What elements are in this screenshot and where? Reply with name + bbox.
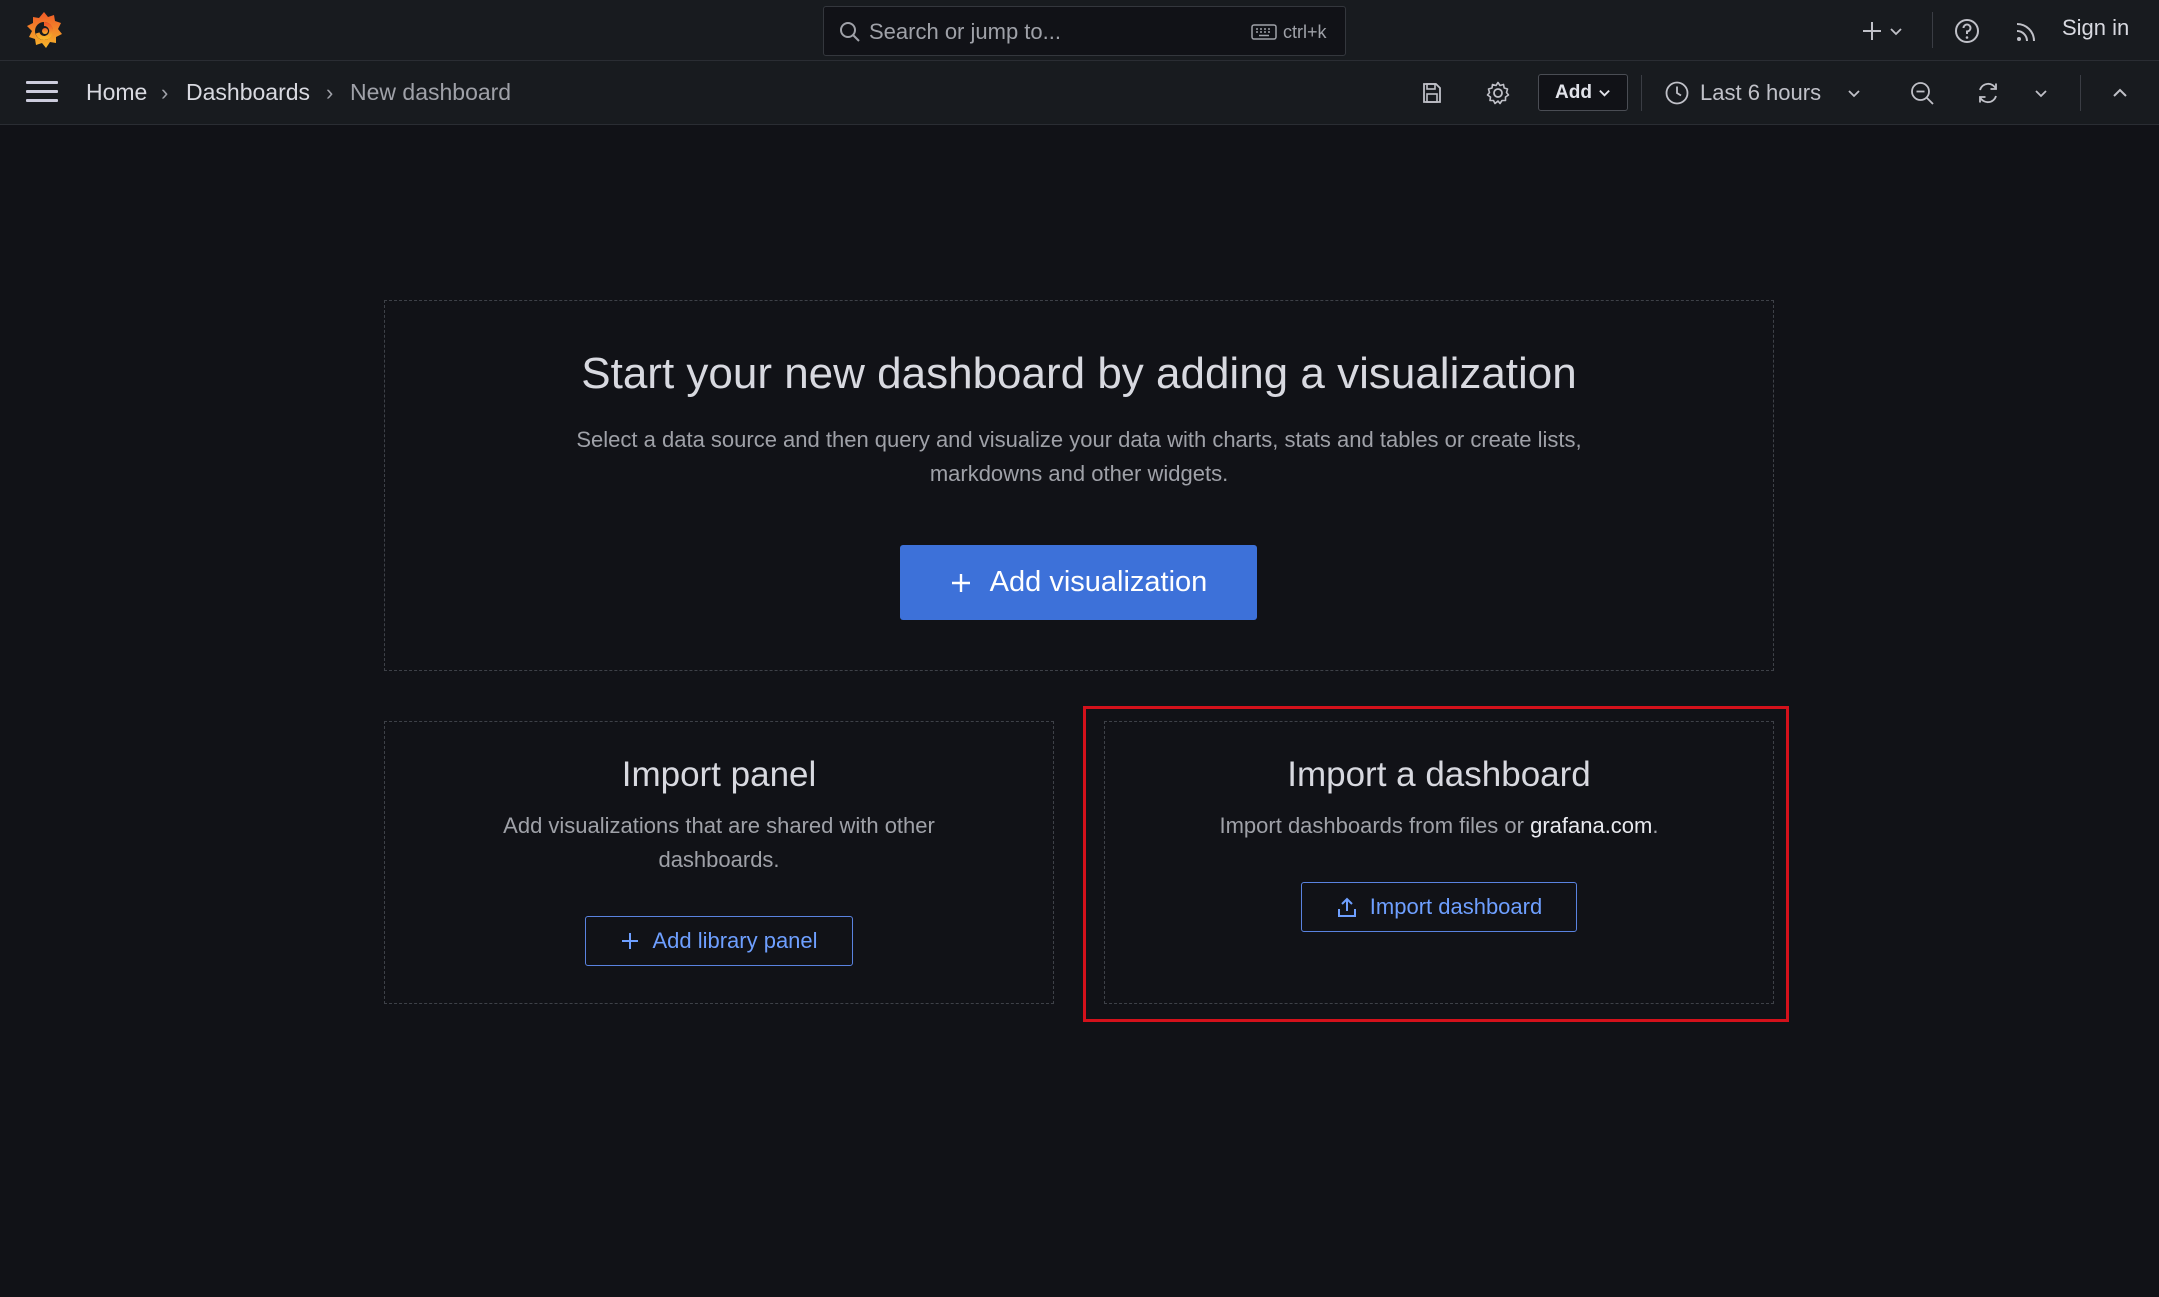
search-icon	[840, 22, 860, 42]
breadcrumb-current: New dashboard	[350, 79, 512, 105]
chevron-up-icon	[2113, 88, 2127, 97]
search-input[interactable]: Search or jump to... ctrl+k	[823, 6, 1346, 56]
description-suffix: .	[1652, 813, 1659, 838]
top-bar: Search or jump to... ctrl+k Sign in	[0, 0, 2159, 61]
divider	[1932, 12, 1933, 48]
search-placeholder: Search or jump to...	[869, 19, 1061, 44]
grafana-logo-icon[interactable]	[24, 10, 64, 50]
import-dashboard-description: Import dashboards from files or grafana.…	[1105, 809, 1773, 843]
zoom-out-button[interactable]	[1906, 77, 1938, 109]
divider	[2080, 75, 2081, 111]
help-button[interactable]	[1950, 15, 1984, 47]
add-dropdown-button[interactable]: Add	[1538, 74, 1628, 111]
add-visualization-label: Add visualization	[989, 566, 1208, 598]
description-line: dashboards.	[658, 847, 780, 872]
description-line: Add visualizations that are shared with …	[503, 813, 935, 838]
divider	[1641, 75, 1642, 111]
search-shortcut: ctrl+k	[1283, 22, 1327, 42]
chevron-down-icon	[1848, 90, 1860, 98]
import-dashboard-card: Import a dashboard Import dashboards fro…	[1104, 721, 1774, 1004]
refresh-interval-dropdown[interactable]	[2026, 77, 2056, 109]
import-dashboard-label: Import dashboard	[1369, 894, 1543, 919]
import-dashboard-button[interactable]: Import dashboard	[1301, 882, 1577, 932]
save-icon	[1423, 83, 1441, 103]
chevron-down-icon	[1890, 28, 1902, 36]
add-library-panel-button[interactable]: Add library panel	[585, 916, 853, 966]
breadcrumb-separator: ›	[326, 80, 334, 105]
description-line: markdowns and other widgets.	[929, 461, 1229, 486]
new-menu-button[interactable]	[1856, 15, 1908, 47]
plus-icon	[951, 573, 970, 592]
import-panel-title: Import panel	[621, 755, 817, 794]
time-range-picker[interactable]: Last 6 hours	[1664, 73, 1861, 113]
description-line: Select a data source and then query and …	[576, 427, 1582, 452]
breadcrumb-dashboards[interactable]: Dashboards	[186, 79, 310, 106]
description-text: Import dashboards from files or	[1219, 813, 1524, 838]
collapse-toolbar-button[interactable]	[2104, 77, 2136, 109]
breadcrumb-separator: ›	[161, 80, 169, 105]
clock-icon	[1665, 81, 1689, 105]
import-panel-description: Add visualizations that are shared with …	[385, 809, 1053, 877]
refresh-button[interactable]	[1972, 77, 2004, 109]
time-range-label: Last 6 hours	[1700, 80, 1822, 105]
dashboard-settings-button[interactable]	[1482, 77, 1514, 109]
chevron-down-icon	[2035, 90, 2047, 98]
upload-icon	[1337, 897, 1356, 917]
plus-icon	[1863, 22, 1881, 40]
refresh-icon	[1979, 82, 1997, 104]
chevron-down-icon	[1599, 89, 1610, 97]
rss-icon	[2016, 23, 2035, 42]
add-visualization-title: Start your new dashboard by adding a vis…	[581, 349, 1577, 398]
add-visualization-description: Select a data source and then query and …	[385, 423, 1773, 491]
zoom-out-icon	[1911, 82, 1934, 105]
add-button-label: Add	[1555, 81, 1592, 103]
keyboard-icon	[1251, 24, 1277, 40]
plus-icon	[622, 933, 639, 949]
import-dashboard-title: Import a dashboard	[1287, 755, 1591, 794]
save-dashboard-button[interactable]	[1416, 77, 1448, 109]
grafana-com-link[interactable]: grafana.com	[1530, 813, 1652, 838]
sign-in-link[interactable]: Sign in	[2062, 15, 2129, 41]
news-button[interactable]	[2010, 16, 2042, 48]
nav-bar: Home › Dashboards › New dashboard Add La…	[0, 61, 2159, 125]
add-library-panel-label: Add library panel	[652, 928, 818, 953]
help-icon	[1955, 19, 1979, 43]
gear-icon	[1486, 81, 1510, 105]
hamburger-icon[interactable]	[26, 81, 58, 105]
breadcrumb-home[interactable]: Home	[86, 79, 147, 106]
add-visualization-button[interactable]: Add visualization	[900, 545, 1257, 620]
